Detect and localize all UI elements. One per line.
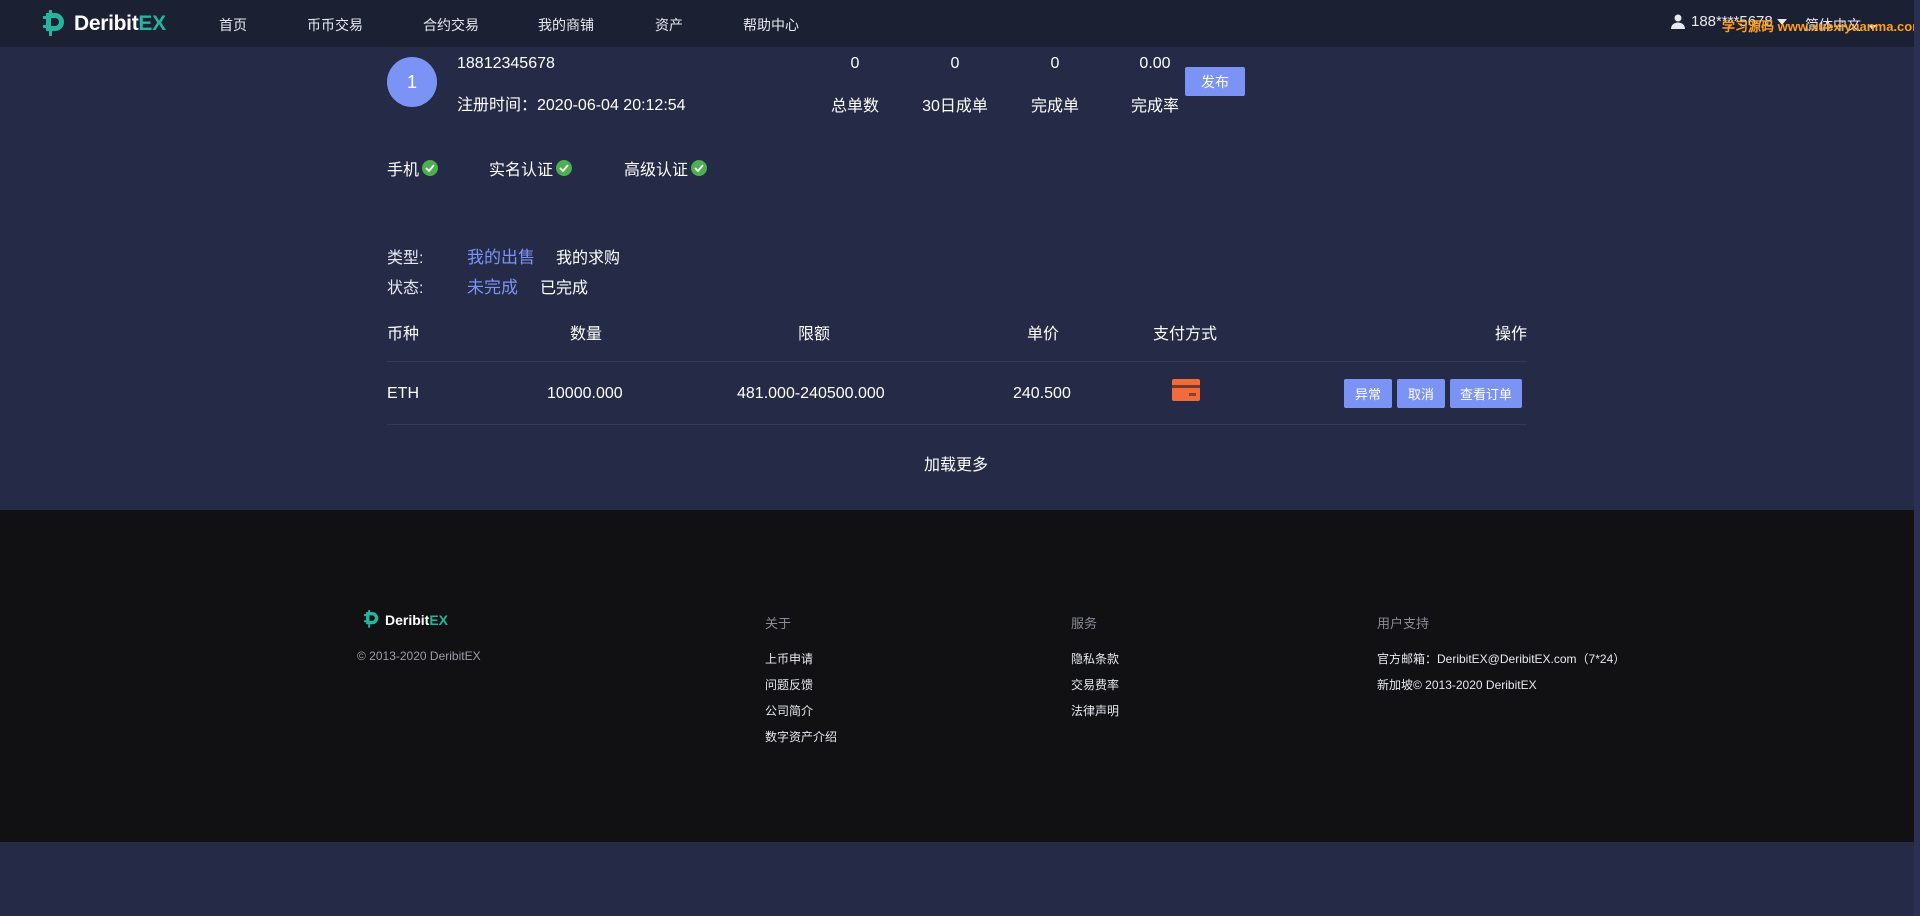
- footer-link-privacy[interactable]: 隐私条款: [1071, 650, 1119, 667]
- column-header-limit: 限额: [798, 326, 831, 343]
- column-header-price: 单价: [1027, 326, 1060, 343]
- cell-limit: 481.000-240500.000: [737, 385, 885, 402]
- nav-my-shop[interactable]: 我的商铺: [538, 15, 594, 35]
- cell-amount: 10000.000: [547, 385, 623, 402]
- filter-type-my-sell[interactable]: 我的出售: [467, 243, 535, 268]
- footer-support-location: 新加坡© 2013-2020 DeribitEX: [1377, 678, 1537, 692]
- footer: DeribitEX © 2013-2020 DeribitEX 关于 上币申请 …: [0, 510, 1914, 842]
- nav-home[interactable]: 首页: [219, 15, 247, 35]
- avatar: 1: [387, 57, 437, 107]
- nav-assets[interactable]: 资产: [655, 15, 683, 35]
- nav-spot-trading[interactable]: 币币交易: [307, 15, 363, 35]
- verify-advanced: 高级认证: [624, 156, 708, 180]
- stat-label: 30日成单: [922, 98, 988, 115]
- deribit-logo-icon: [364, 610, 379, 628]
- nav-help-center[interactable]: 帮助中心: [743, 15, 799, 35]
- stat-value: 0: [950, 55, 960, 72]
- column-header-amount: 数量: [570, 326, 603, 343]
- table-divider: [387, 424, 1527, 425]
- footer-column-title: 服务: [1071, 616, 1098, 631]
- abnormal-button[interactable]: 异常: [1344, 379, 1392, 408]
- check-circle-icon: [691, 160, 708, 176]
- filter-type-my-buy[interactable]: 我的求购: [556, 244, 620, 268]
- user-icon: [1671, 14, 1685, 29]
- footer-copyright: © 2013-2020 DeribitEX: [357, 649, 481, 663]
- brand-logo[interactable]: DeribitEX: [40, 10, 166, 38]
- profile-phone: 18812345678: [457, 55, 555, 72]
- load-more-button[interactable]: 加载更多: [924, 451, 988, 475]
- bank-card-icon: [1172, 379, 1200, 401]
- footer-link-feedback[interactable]: 问题反馈: [765, 676, 813, 693]
- stat-label: 总单数: [830, 98, 879, 115]
- table-divider: [387, 361, 1527, 362]
- filter-type-label: 类型:: [387, 250, 424, 267]
- verify-label: 实名认证: [489, 162, 554, 179]
- filter-status-completed[interactable]: 已完成: [540, 274, 588, 298]
- cell-coin: ETH: [387, 385, 419, 402]
- profile-reg-time: 注册时间：2020-06-04 20:12:54: [457, 97, 686, 114]
- stat-label: 完成单: [1030, 98, 1079, 115]
- footer-link-listing[interactable]: 上币申请: [765, 650, 813, 667]
- cell-price: 240.500: [1013, 385, 1071, 402]
- verify-phone: 手机: [387, 156, 439, 180]
- filter-status-label: 状态:: [387, 280, 424, 297]
- verify-label: 高级认证: [624, 162, 689, 179]
- footer-link-fees[interactable]: 交易费率: [1071, 676, 1119, 693]
- footer-column-title: 用户支持: [1377, 616, 1430, 631]
- footer-brand-name: DeribitEX: [385, 611, 449, 628]
- footer-link-legal[interactable]: 法律声明: [1071, 702, 1119, 719]
- footer-link-digital-assets[interactable]: 数字资产介绍: [765, 728, 837, 745]
- stat-value: 0: [1050, 55, 1060, 72]
- verify-label: 手机: [387, 162, 420, 179]
- column-header-payment: 支付方式: [1153, 326, 1218, 343]
- deribit-logo-icon: [43, 10, 64, 36]
- footer-support-email: 官方邮箱：DeribitEX@DeribitEX.com（7*24）: [1377, 652, 1626, 666]
- view-order-button[interactable]: 查看订单: [1450, 379, 1522, 408]
- footer-link-about[interactable]: 公司简介: [765, 702, 813, 719]
- top-navbar: DeribitEX 首页 币币交易 合约交易 我的商铺 资产 帮助中心 188*…: [0, 0, 1920, 47]
- verify-real-name: 实名认证: [489, 156, 573, 180]
- brand-name: DeribitEX: [74, 12, 166, 35]
- filter-status-uncompleted[interactable]: 未完成: [467, 273, 518, 298]
- check-circle-icon: [422, 160, 439, 176]
- footer-logo[interactable]: DeribitEX: [362, 610, 448, 629]
- column-header-coin: 币种: [387, 326, 420, 343]
- cancel-button[interactable]: 取消: [1397, 379, 1445, 408]
- nav-contract-trading[interactable]: 合约交易: [423, 15, 479, 35]
- check-circle-icon: [556, 160, 573, 176]
- footer-column-title: 关于: [765, 616, 792, 631]
- stat-value: 0: [850, 55, 860, 72]
- watermark-text: 学习源码 www.xuexiyuanma.com: [1722, 19, 1920, 34]
- scrollbar[interactable]: [1914, 0, 1920, 916]
- column-header-actions: 操作: [1495, 326, 1528, 343]
- publish-button[interactable]: 发布: [1185, 67, 1245, 96]
